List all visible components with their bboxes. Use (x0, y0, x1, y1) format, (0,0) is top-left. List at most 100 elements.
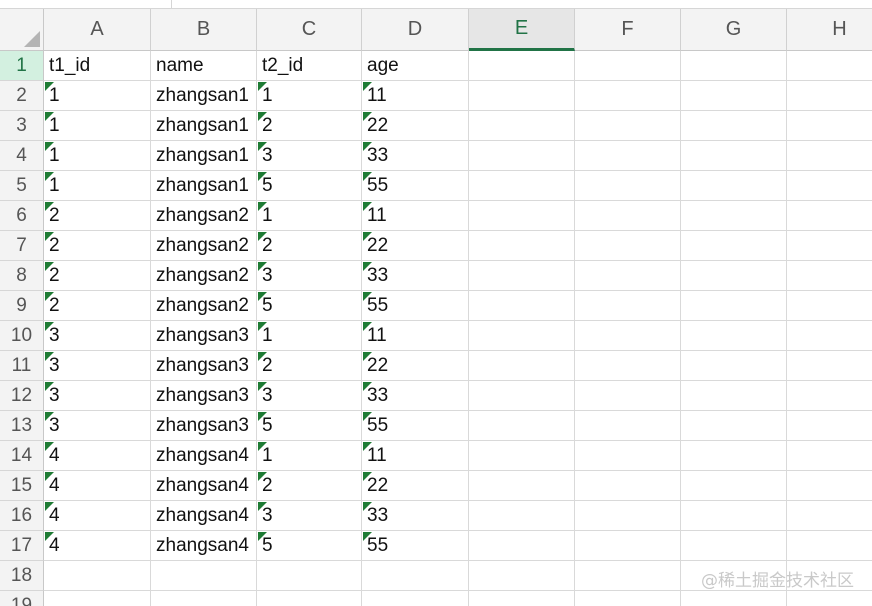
cell-e2[interactable] (469, 81, 575, 111)
row-header-10[interactable]: 10 (0, 321, 44, 351)
cell-f4[interactable] (575, 141, 681, 171)
cell-d14[interactable]: 11 (362, 441, 469, 471)
cell-f9[interactable] (575, 291, 681, 321)
cell-h10[interactable] (787, 321, 872, 351)
row-header-13[interactable]: 13 (0, 411, 44, 441)
cell-d4[interactable]: 33 (362, 141, 469, 171)
cell-d6[interactable]: 11 (362, 201, 469, 231)
column-header-g[interactable]: G (681, 9, 787, 51)
cell-g15[interactable] (681, 471, 787, 501)
cell-e15[interactable] (469, 471, 575, 501)
cell-c12[interactable]: 3 (257, 381, 362, 411)
row-header-5[interactable]: 5 (0, 171, 44, 201)
cell-e3[interactable] (469, 111, 575, 141)
cell-a5[interactable]: 1 (44, 171, 151, 201)
row-header-9[interactable]: 9 (0, 291, 44, 321)
cell-b10[interactable]: zhangsan3 (151, 321, 257, 351)
cell-b9[interactable]: zhangsan2 (151, 291, 257, 321)
cell-h5[interactable] (787, 171, 872, 201)
cell-a18[interactable] (44, 561, 151, 591)
cell-f17[interactable] (575, 531, 681, 561)
cell-g3[interactable] (681, 111, 787, 141)
cell-h3[interactable] (787, 111, 872, 141)
cell-a4[interactable]: 1 (44, 141, 151, 171)
cell-a12[interactable]: 3 (44, 381, 151, 411)
cell-d1[interactable]: age (362, 51, 469, 81)
cell-h19[interactable] (787, 591, 872, 606)
cell-f18[interactable] (575, 561, 681, 591)
cell-h12[interactable] (787, 381, 872, 411)
cell-c5[interactable]: 5 (257, 171, 362, 201)
row-header-14[interactable]: 14 (0, 441, 44, 471)
cell-b13[interactable]: zhangsan3 (151, 411, 257, 441)
cell-g1[interactable] (681, 51, 787, 81)
column-header-b[interactable]: B (151, 9, 257, 51)
cell-b3[interactable]: zhangsan1 (151, 111, 257, 141)
cell-c11[interactable]: 2 (257, 351, 362, 381)
cell-c10[interactable]: 1 (257, 321, 362, 351)
cell-h2[interactable] (787, 81, 872, 111)
cell-a3[interactable]: 1 (44, 111, 151, 141)
cell-d19[interactable] (362, 591, 469, 606)
cell-f12[interactable] (575, 381, 681, 411)
cell-g14[interactable] (681, 441, 787, 471)
column-header-a[interactable]: A (44, 9, 151, 51)
cell-h14[interactable] (787, 441, 872, 471)
cell-h8[interactable] (787, 261, 872, 291)
row-header-7[interactable]: 7 (0, 231, 44, 261)
row-header-17[interactable]: 17 (0, 531, 44, 561)
cell-f13[interactable] (575, 411, 681, 441)
cell-e4[interactable] (469, 141, 575, 171)
cell-e16[interactable] (469, 501, 575, 531)
cell-b7[interactable]: zhangsan2 (151, 231, 257, 261)
select-all-button[interactable] (0, 9, 44, 51)
cell-f6[interactable] (575, 201, 681, 231)
cell-d7[interactable]: 22 (362, 231, 469, 261)
cell-g6[interactable] (681, 201, 787, 231)
cell-c18[interactable] (257, 561, 362, 591)
cell-a7[interactable]: 2 (44, 231, 151, 261)
cell-g7[interactable] (681, 231, 787, 261)
cell-h4[interactable] (787, 141, 872, 171)
row-header-16[interactable]: 16 (0, 501, 44, 531)
cell-c14[interactable]: 1 (257, 441, 362, 471)
cell-h1[interactable] (787, 51, 872, 81)
cell-c3[interactable]: 2 (257, 111, 362, 141)
cell-a2[interactable]: 1 (44, 81, 151, 111)
cell-e17[interactable] (469, 531, 575, 561)
cell-d18[interactable] (362, 561, 469, 591)
cell-g5[interactable] (681, 171, 787, 201)
cell-g17[interactable] (681, 531, 787, 561)
cell-a14[interactable]: 4 (44, 441, 151, 471)
cell-b2[interactable]: zhangsan1 (151, 81, 257, 111)
cell-d13[interactable]: 55 (362, 411, 469, 441)
cell-c1[interactable]: t2_id (257, 51, 362, 81)
cell-h11[interactable] (787, 351, 872, 381)
cell-c7[interactable]: 2 (257, 231, 362, 261)
cell-g4[interactable] (681, 141, 787, 171)
cell-f10[interactable] (575, 321, 681, 351)
cell-a9[interactable]: 2 (44, 291, 151, 321)
cell-f15[interactable] (575, 471, 681, 501)
cell-c4[interactable]: 3 (257, 141, 362, 171)
cell-h6[interactable] (787, 201, 872, 231)
cell-f19[interactable] (575, 591, 681, 606)
cell-f5[interactable] (575, 171, 681, 201)
cell-e13[interactable] (469, 411, 575, 441)
cell-d3[interactable]: 22 (362, 111, 469, 141)
cell-b4[interactable]: zhangsan1 (151, 141, 257, 171)
cell-c15[interactable]: 2 (257, 471, 362, 501)
cell-b5[interactable]: zhangsan1 (151, 171, 257, 201)
cell-d16[interactable]: 33 (362, 501, 469, 531)
cell-b6[interactable]: zhangsan2 (151, 201, 257, 231)
cell-b14[interactable]: zhangsan4 (151, 441, 257, 471)
cell-h9[interactable] (787, 291, 872, 321)
row-header-11[interactable]: 11 (0, 351, 44, 381)
row-header-3[interactable]: 3 (0, 111, 44, 141)
cell-g13[interactable] (681, 411, 787, 441)
column-header-h[interactable]: H (787, 9, 872, 51)
cell-c2[interactable]: 1 (257, 81, 362, 111)
column-header-c[interactable]: C (257, 9, 362, 51)
row-header-1[interactable]: 1 (0, 51, 44, 81)
cell-b12[interactable]: zhangsan3 (151, 381, 257, 411)
